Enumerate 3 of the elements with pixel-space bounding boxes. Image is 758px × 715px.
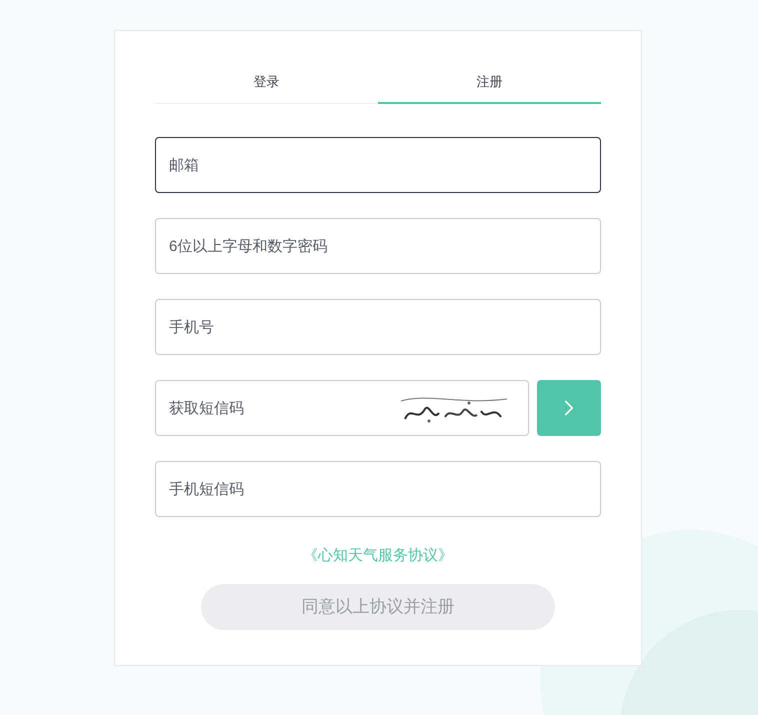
tab[interactable]: 登录 bbox=[155, 61, 378, 104]
input-field[interactable]: 邮箱 bbox=[155, 137, 601, 193]
tab[interactable]: 注册 bbox=[378, 61, 601, 104]
